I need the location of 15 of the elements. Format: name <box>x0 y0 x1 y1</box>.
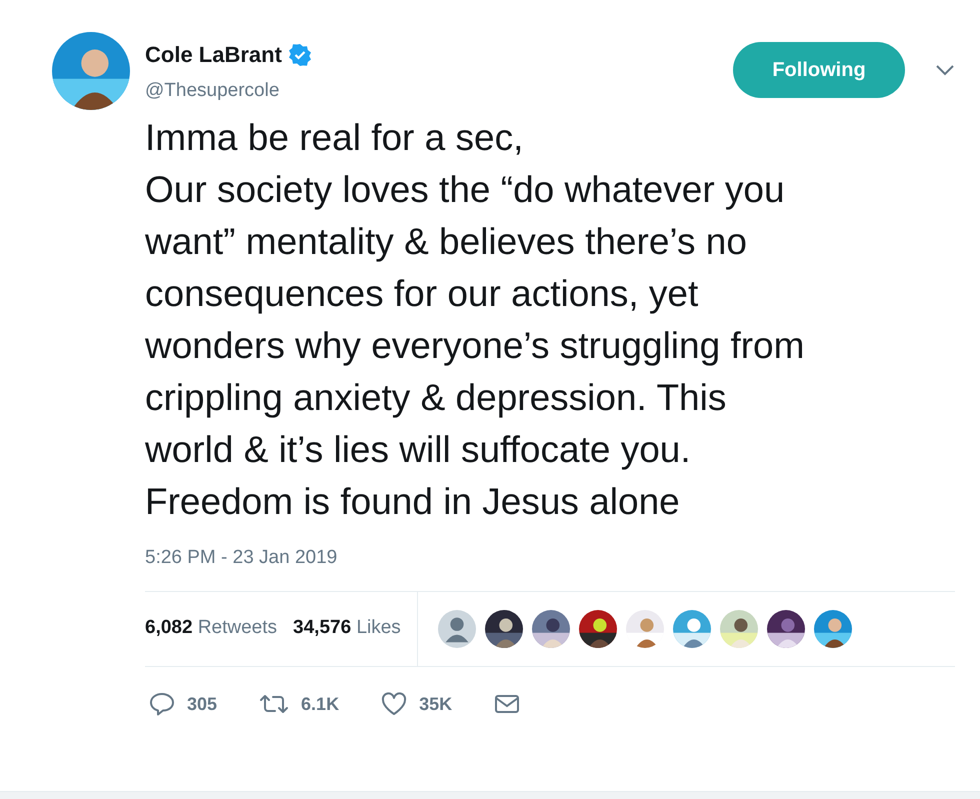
chevron-down-icon[interactable] <box>935 64 955 76</box>
action-count: 305 <box>187 692 218 716</box>
author-handle[interactable]: @Thesupercole <box>145 77 312 106</box>
reply-icon[interactable] <box>149 692 175 716</box>
retweet-icon[interactable] <box>259 693 290 715</box>
timestamp[interactable]: 5:26 PM - 23 Jan 2019 <box>145 544 338 572</box>
action-count: 35K <box>419 692 452 716</box>
author-name[interactable]: Cole LaBrant <box>145 38 282 71</box>
stat-link[interactable]: 34,576 Likes <box>293 614 401 643</box>
heart-icon[interactable] <box>381 692 408 716</box>
envelope-icon[interactable] <box>494 693 520 715</box>
stat-link[interactable]: 6,082 Retweets <box>145 614 278 643</box>
tweet-text: Imma be real for a sec, Our society loves the “do whatever you want” mentality & believes there’s no consequences for our actions, yet wonders why everyone’s struggling from crippling anxiety & depression. This world & it’s lies will suffocate you. Freedom is found in Jesus alone <box>145 116 806 524</box>
default-avatar-icon <box>438 610 476 648</box>
action-count: 6.1K <box>301 692 340 716</box>
